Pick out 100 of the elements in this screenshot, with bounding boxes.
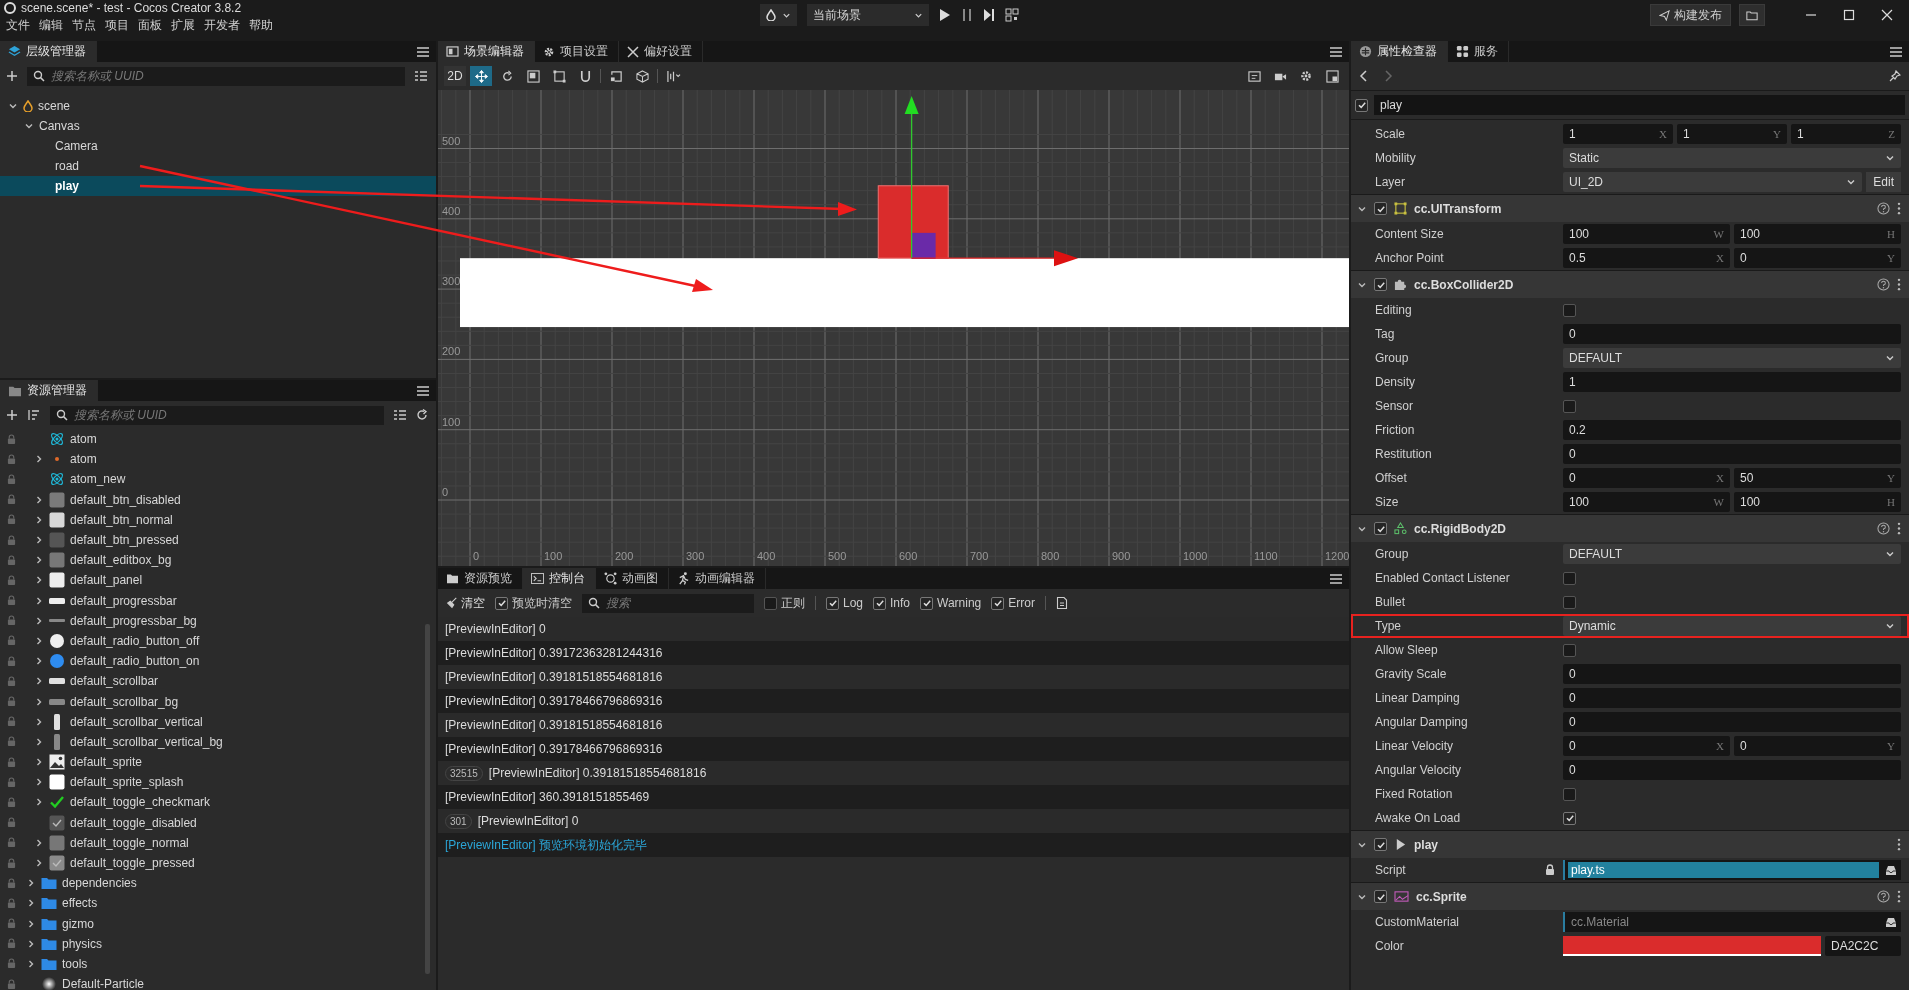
more-icon[interactable] — [1897, 838, 1901, 851]
lock-icon[interactable] — [7, 837, 16, 849]
panel-tab[interactable]: 控制台 — [523, 568, 596, 589]
asset-item[interactable]: default_progressbar — [0, 590, 436, 611]
checkbox[interactable] — [1374, 838, 1387, 851]
more-icon[interactable] — [1897, 890, 1901, 903]
forward-icon[interactable] — [1383, 70, 1393, 82]
lock-icon[interactable] — [7, 756, 16, 768]
menu-icon[interactable] — [416, 45, 430, 58]
asset-item[interactable]: physics — [0, 933, 436, 954]
caret-icon[interactable] — [34, 454, 44, 465]
color-swatch[interactable] — [1563, 936, 1821, 956]
checkbox[interactable] — [495, 596, 508, 610]
checkbox[interactable] — [991, 596, 1005, 610]
lock-icon[interactable] — [7, 918, 16, 930]
panel-tab[interactable]: 层级管理器 — [0, 41, 97, 62]
panel-tab[interactable]: 项目设置 — [535, 41, 619, 62]
asset-item[interactable]: default_btn_normal — [0, 509, 436, 530]
number-field[interactable]: 0 — [1563, 444, 1901, 464]
asset-item[interactable]: default_toggle_pressed — [0, 852, 436, 874]
asset-item[interactable]: default_radio_button_off — [0, 630, 436, 652]
menu-icon[interactable] — [1329, 45, 1343, 58]
checkbox[interactable] — [873, 596, 887, 610]
number-field[interactable]: 100 W — [1563, 224, 1730, 244]
asset-item[interactable]: default_toggle_normal — [0, 832, 436, 853]
folder-button[interactable] — [1739, 4, 1765, 26]
checkbox[interactable] — [826, 596, 839, 610]
caret-icon[interactable] — [34, 514, 44, 525]
menu-item[interactable]: 帮助 — [249, 17, 273, 34]
caret-icon[interactable] — [34, 615, 44, 626]
asset-item[interactable]: dependencies — [0, 873, 436, 894]
asset-item[interactable]: default_scrollbar_vertical — [0, 711, 436, 732]
lock-icon[interactable] — [7, 595, 16, 607]
close-icon[interactable] — [1881, 9, 1893, 21]
lock-icon[interactable] — [7, 938, 16, 950]
refresh-icon[interactable] — [416, 409, 428, 421]
lock-icon[interactable] — [7, 534, 16, 546]
dropdown[interactable]: Static — [1563, 148, 1901, 168]
help-icon[interactable] — [1877, 890, 1890, 903]
pause-icon[interactable] — [961, 8, 973, 22]
build-button[interactable]: 构建发布 — [1650, 4, 1731, 26]
number-field[interactable]: 0 — [1563, 760, 1901, 780]
menu-item[interactable]: 面板 — [138, 17, 162, 34]
caret-icon[interactable] — [34, 535, 44, 546]
asset-item[interactable]: default_toggle_disabled — [0, 812, 436, 833]
lock-icon[interactable] — [7, 958, 16, 970]
asset-item[interactable]: atom — [0, 449, 436, 470]
play-icon[interactable] — [939, 8, 951, 22]
checkbox[interactable] — [1563, 303, 1576, 317]
caret-icon[interactable] — [34, 575, 44, 586]
lock-icon[interactable] — [7, 978, 16, 990]
asset-item[interactable]: atom_new — [0, 469, 436, 490]
number-field[interactable]: 50 Y — [1734, 468, 1901, 488]
caret-icon[interactable] — [34, 797, 44, 808]
asset-item[interactable]: atom — [0, 429, 436, 450]
checkbox[interactable] — [764, 596, 777, 610]
menu-item[interactable]: 项目 — [105, 17, 129, 34]
caret-icon[interactable] — [26, 958, 36, 969]
number-field[interactable]: 0 — [1563, 324, 1901, 344]
scene-dropdown[interactable]: 当前场景 — [807, 4, 929, 26]
checkbox[interactable] — [1563, 643, 1576, 657]
asset-item[interactable]: default_editbox_bg — [0, 550, 436, 571]
dropdown[interactable]: DEFAULT — [1563, 348, 1901, 368]
step-icon[interactable] — [983, 8, 995, 22]
tree-item[interactable]: scene — [0, 96, 436, 116]
checkbox[interactable] — [1563, 787, 1576, 801]
lock-icon[interactable] — [7, 736, 16, 748]
number-field[interactable]: 1 Z — [1791, 124, 1901, 144]
asset-item[interactable]: default_sprite — [0, 752, 436, 773]
inbox-icon[interactable] — [1885, 916, 1897, 928]
mode-button[interactable]: 2D — [444, 66, 466, 86]
number-field[interactable]: 100 H — [1734, 492, 1901, 512]
checkbox[interactable] — [1374, 522, 1387, 535]
checkbox[interactable] — [1374, 890, 1387, 903]
caret-icon[interactable] — [34, 736, 44, 747]
help-icon[interactable] — [1877, 278, 1890, 291]
clear-button[interactable]: 清空 — [446, 594, 485, 612]
pin-icon[interactable] — [1889, 70, 1901, 82]
caret-icon[interactable] — [34, 757, 44, 768]
lock-icon[interactable] — [7, 635, 16, 647]
checkbox[interactable] — [1563, 399, 1576, 413]
caret-icon[interactable] — [26, 938, 36, 949]
lock-icon[interactable] — [7, 776, 16, 788]
caret-icon[interactable] — [26, 918, 36, 929]
panel-tab[interactable]: 场景编辑器 — [438, 41, 535, 62]
sort-icon[interactable] — [27, 409, 41, 421]
asset-item[interactable]: gizmo — [0, 913, 436, 934]
asset-item[interactable]: tools — [0, 953, 436, 975]
component-header[interactable]: cc.RigidBody2D — [1351, 514, 1909, 542]
lock-icon[interactable] — [7, 453, 16, 465]
checkbox[interactable] — [1374, 202, 1387, 215]
checkbox[interactable] — [1355, 98, 1368, 112]
component-header[interactable]: cc.Sprite — [1351, 882, 1909, 910]
caret-icon[interactable] — [34, 837, 44, 848]
dropdown[interactable]: DEFAULT — [1563, 544, 1901, 564]
menu-icon[interactable] — [1329, 572, 1343, 585]
asset-item[interactable]: default_btn_disabled — [0, 489, 436, 510]
menu-item[interactable]: 节点 — [72, 17, 96, 34]
menu-item[interactable]: 扩展 — [171, 17, 195, 34]
asset-item[interactable]: Default-Particle — [0, 974, 436, 990]
